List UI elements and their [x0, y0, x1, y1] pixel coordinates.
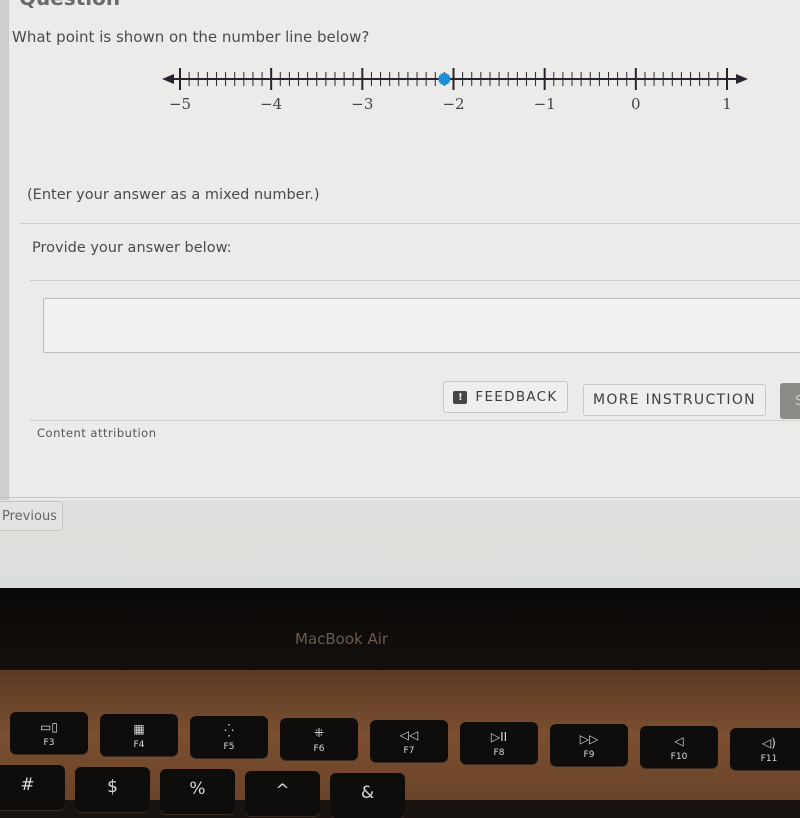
divider — [20, 223, 800, 224]
plotted-point — [438, 73, 451, 85]
keyboard-deck: ▭▯ F3 ▦ F4 ⁛ F5 ⁜ F6 ◁◁ F7 ▷II F8 ▷▷ F9 ◁ F10 ◁) F11 # $% ^ & — [0, 670, 800, 818]
key-f8: ▷II F8 — [460, 722, 538, 764]
key-f11: ◁) F11 — [730, 728, 800, 770]
divider — [0, 497, 800, 498]
key-glyph-icon: ⁜ — [313, 726, 325, 740]
key-symbol: % — [189, 779, 206, 799]
device-brand-label: MacBook Air — [295, 630, 389, 648]
tick-label: −1 — [534, 95, 556, 113]
right-arrow-icon — [736, 74, 748, 84]
key-number-row: # — [0, 765, 65, 810]
key-label: F11 — [760, 754, 778, 764]
question-heading: Question — [19, 0, 120, 10]
key-glyph-icon: ▷▷ — [579, 732, 599, 746]
key-number-row: & — [330, 773, 405, 818]
screen: Question What point is shown on the numb… — [0, 0, 800, 600]
question-text: What point is shown on the number line b… — [12, 28, 370, 46]
key-label: F10 — [670, 752, 688, 762]
key-number-row: $ — [75, 767, 150, 812]
key-glyph-icon: ▦ — [133, 722, 145, 736]
previous-button[interactable]: Previous — [0, 501, 63, 531]
left-arrow-icon — [162, 74, 174, 84]
answer-prompt: Provide your answer below: — [32, 240, 232, 256]
key-f5: ⁛ F5 — [190, 716, 268, 758]
key-label: F7 — [403, 746, 415, 756]
key-f10: ◁ F10 — [640, 726, 718, 768]
tick-label: −3 — [351, 95, 373, 113]
key-label: F3 — [43, 738, 55, 748]
key-f9: ▷▷ F9 — [550, 724, 628, 766]
key-symbol: ^ — [275, 781, 290, 801]
key-label: F8 — [493, 748, 505, 758]
page-edge — [0, 0, 8, 500]
tick-label: −4 — [260, 95, 282, 113]
key-number-row: ^ — [245, 771, 320, 816]
submit-button[interactable]: S — [780, 383, 800, 419]
tick-label: −5 — [169, 95, 191, 113]
key-symbol: $ — [107, 777, 118, 797]
key-label: F5 — [223, 742, 235, 752]
key-f3: ▭▯ F3 — [10, 712, 88, 754]
key-symbol: & — [360, 783, 375, 803]
key-glyph-icon: ◁◁ — [399, 728, 419, 742]
key-f4: ▦ F4 — [100, 714, 178, 756]
divider — [30, 280, 800, 281]
answer-format-hint: (Enter your answer as a mixed number.) — [27, 187, 320, 203]
feedback-icon: ! — [453, 390, 468, 404]
key-glyph-icon: ▷II — [490, 730, 508, 744]
key-glyph-icon: ◁ — [674, 734, 684, 748]
key-symbol: # — [20, 775, 35, 795]
feedback-button[interactable]: ! FEEDBACK — [443, 381, 568, 413]
key-label: F6 — [313, 744, 325, 754]
key-f6: ⁜ F6 — [280, 718, 358, 760]
divider — [30, 420, 800, 421]
key-glyph-icon: ▭▯ — [40, 720, 58, 734]
more-instruction-button[interactable]: MORE INSTRUCTION — [583, 384, 766, 416]
key-label: F4 — [133, 740, 145, 750]
key-glyph-icon: ◁) — [762, 736, 776, 750]
number-line: −5 −4 −3 −2 −1 0 1 — [162, 68, 748, 113]
tick-label: −2 — [442, 95, 464, 113]
tick-label: 0 — [631, 95, 641, 113]
key-label: F9 — [583, 750, 595, 760]
key-f7: ◁◁ F7 — [370, 720, 448, 762]
answer-input[interactable] — [43, 298, 800, 353]
tick-label: 1 — [722, 95, 732, 113]
key-number-row: % — [160, 769, 235, 814]
key-glyph-icon: ⁛ — [224, 724, 234, 738]
feedback-label: FEEDBACK — [475, 389, 558, 405]
content-attribution-link[interactable]: Content attribution — [37, 426, 157, 440]
